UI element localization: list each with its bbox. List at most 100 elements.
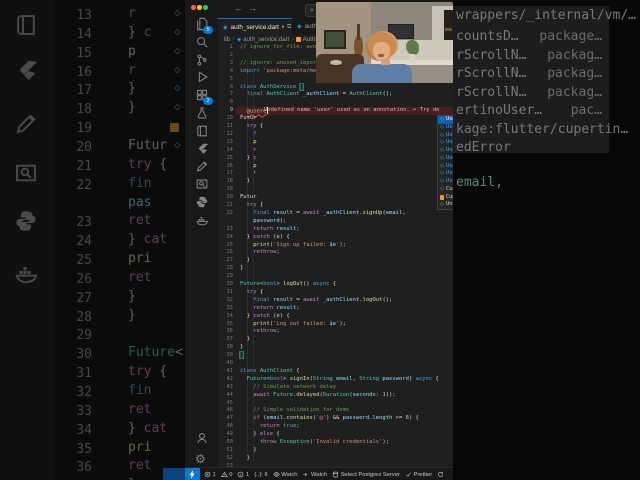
code-line[interactable]: 24 } catch (e) { [218,234,453,242]
close-traffic-light[interactable] [191,5,196,10]
code-line[interactable]: 39} [218,351,453,360]
activity-edit-tool-icon[interactable] [195,159,209,173]
code-token: r [128,62,136,78]
minimize-traffic-light[interactable] [197,5,202,10]
activity-search-icon[interactable] [195,35,209,49]
code-line[interactable]: 14 r [218,147,453,155]
code-line[interactable]: 22 final result = await _authClient.sign… [218,210,453,218]
code-line[interactable]: 16 p [218,163,453,171]
zoom-traffic-light[interactable] [203,5,208,10]
popup-row[interactable]: ◇UseResult UseResult [438,116,453,124]
code-line[interactable]: 45 [218,400,453,408]
activity-docker-icon[interactable] [195,213,209,227]
back-button[interactable]: ← [234,3,243,13]
code-line[interactable]: 44 await Future.delayed(Duration(seconds… [218,392,453,400]
code-line[interactable]: 46 // Simple validation for demo [218,407,453,415]
popup-row[interactable]: ◇UserScrollNotification.new (…) → UserSc… [438,163,453,171]
code-line[interactable]: 35 print('Log out failed: $e'); [218,321,453,329]
status-warnings[interactable]: 0 [220,471,232,478]
activity-accounts-icon[interactable] [195,431,209,445]
popup-row[interactable]: ◇UseResult.unless(…) → UseResult [438,132,453,140]
code-line[interactable]: 21 try { [218,202,453,210]
code-line[interactable]: 8 [218,99,453,107]
status-errors[interactable]: 1 [204,471,216,478]
code-line[interactable]: 27 } [218,257,453,265]
code-line[interactable]: 25 print('Sign up failed: $e'); [218,242,453,250]
snippet-icon [439,195,445,200]
activity-explorer-icon[interactable]: 5 [195,17,213,34]
popup-row[interactable]: ◇CupertinoUserInterfaceLevel(…) → Cupert… [438,186,453,194]
code-token: length [372,415,393,422]
code-line[interactable]: 13 p [218,139,453,147]
code-line[interactable]: 10 Futur [218,115,453,123]
activity-python-icon[interactable] [195,195,209,209]
code-line[interactable]: 42 Future<bool> signIn(String email, Str… [218,376,453,384]
activity-testing-icon[interactable] [195,106,209,120]
popup-row[interactable]: CupertinoUserInterfaceLevelDatapackage:f… [438,194,453,202]
popup-row[interactable]: ◇UseResult(…) → UseResult [438,124,453,132]
code-line[interactable]: 20 Futur [218,194,453,202]
code-line[interactable]: 30 Future<bool> logOut() async { [218,281,453,289]
status-watch-task[interactable]: Watch [273,471,297,478]
code-line[interactable]: 41 class AuthClient { [218,368,453,376]
code-line[interactable]: Undefined name 'user' used as an annotat… [218,107,453,116]
forward-button[interactable]: → [248,3,257,13]
code-line[interactable]: 31 try { [218,289,453,297]
popup-row[interactable]: ◇UserScrollNotification.new (…) → UserSc… [438,178,453,186]
line-number: 20 [226,194,233,201]
code-line[interactable]: 6 class AuthService { [218,82,453,92]
code-line[interactable]: 34 } catch (e) { [218,313,453,321]
code-line[interactable]: 17 r [218,170,453,178]
popup-row[interactable]: ◇UnsupportedError.new (…) → UnsupportedE… [438,201,453,209]
remote-indicator[interactable] [185,468,200,480]
activity-search-code-icon[interactable] [195,177,209,191]
status-reload[interactable] [437,471,446,478]
code-line[interactable]: 48 return true; [218,423,453,431]
code-line[interactable]: 18 } [218,178,453,186]
code-line[interactable]: 26 rethrow; [218,249,453,257]
code-line[interactable]: 33 return result; [218,305,453,313]
code-line[interactable]: 49 } else { [218,431,453,439]
popup-row[interactable]: ◇UserTag.new (…) → Use…dart:nativewrappe… [438,147,453,155]
activity-flutter-icon[interactable] [195,142,209,156]
popup-row[interactable]: ◇UserTag.new (…) → UserTagdart:developer [438,139,453,147]
code-line[interactable]: 43 // Simulate network delay [218,384,453,392]
activity-source-control-icon[interactable] [195,53,209,67]
popup-row[interactable]: ◇UserAccountsDrawerHeader(…) → UserAccou… [438,155,453,163]
split-editor-icon[interactable]: ⧉ [287,24,291,31]
code-editor[interactable]: 1// ignore_for_file: avoid_print 2 3// ign… [218,44,453,467]
status-code-metrics[interactable]: {..}: 6 [254,472,268,478]
code-line[interactable]: 50 throw Exception('Invalid credentials'… [218,439,453,447]
activity-settings-icon[interactable]: ⚙ [195,450,209,466]
activity-run-and-debug-icon[interactable] [195,70,209,84]
popup-row[interactable]: ◇UserScrollNotification.new (…) → UserSc… [438,170,453,178]
code-line[interactable]: 37 } [218,336,453,344]
code-line[interactable]: 38} [218,344,453,352]
code-line[interactable]: 36 rethrow; [218,328,453,336]
code-line[interactable]: 51 } [218,447,453,455]
code-line[interactable]: 29 [218,273,453,281]
activity-docs-icon[interactable] [195,124,209,138]
code-line[interactable]: 19 [218,186,453,194]
tab-auth_service-dart[interactable]: ◈ auth_service.dart • ⧉ [218,18,298,36]
autocomplete-popup[interactable]: ◇UseResult UseResult◇UseResult(…) → UseR… [437,115,453,210]
status-watch-task-2[interactable]: Watch [302,471,327,478]
breadcrumb-item[interactable]: auth_service.dart [243,37,289,43]
code-line[interactable]: 7 final AuthClient _authClient = AuthCli… [218,91,453,99]
code-line[interactable]: 40 [218,360,453,368]
activity-extensions-icon[interactable]: 2 [195,88,213,106]
code-line[interactable]: 12 f [218,131,453,139]
code-line[interactable]: 15 } c [218,155,453,163]
code-line[interactable]: 28} [218,265,453,273]
status-infos[interactable]: 1 [237,471,249,478]
code-line[interactable]: password); [218,218,453,226]
code-line[interactable]: 52 } [218,455,453,463]
breadcrumb-item[interactable]: lib [224,37,230,43]
code-line[interactable]: 11 try { [218,123,453,131]
code-line[interactable]: 32 final result = await _authClient.logO… [218,297,453,305]
code-line[interactable]: 47 if (email.contains('@') && password.l… [218,415,453,423]
code-line[interactable]: 23 return result; [218,226,453,234]
status-prettier[interactable]: Prettier [405,471,432,478]
status-postgres-server[interactable]: Select Postgres Server [332,471,400,478]
background-python-icon [13,208,39,239]
